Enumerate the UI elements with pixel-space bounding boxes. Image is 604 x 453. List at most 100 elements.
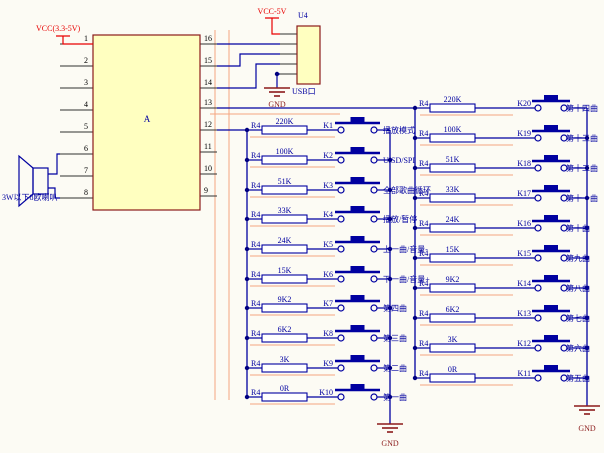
resistor-ref: R4 <box>251 299 260 308</box>
key-designator: K9 <box>323 359 333 368</box>
junction-dot <box>275 72 279 76</box>
resistor[interactable] <box>262 275 307 283</box>
resistor[interactable] <box>430 284 475 292</box>
key-button[interactable] <box>335 355 380 371</box>
key-function-label: 播放模式 <box>383 125 415 135</box>
key-function-label: 第十四曲 <box>566 103 598 113</box>
resistor[interactable] <box>262 245 307 253</box>
resistor[interactable] <box>430 254 475 262</box>
usb-connector-body[interactable] <box>297 26 320 84</box>
schematic-page: 1VCC2RX3TX4DAC_R5DAC_L6SPK17GND8SPK216BU… <box>0 0 604 453</box>
key-button[interactable] <box>532 365 570 381</box>
pin-number: 12 <box>204 120 212 129</box>
pin-number: 14 <box>204 78 212 87</box>
pin-number: 3 <box>84 78 88 87</box>
gnd-right-label: GND <box>578 424 596 433</box>
junction-dot <box>413 316 417 320</box>
key-button[interactable] <box>335 206 380 222</box>
junction-dot <box>245 336 249 340</box>
key-button[interactable] <box>532 185 570 201</box>
key-button[interactable] <box>532 95 570 111</box>
vcc-main-label: VCC(3.3-5V) <box>36 24 81 33</box>
key-function-label: 第三曲 <box>383 333 407 343</box>
resistor[interactable] <box>430 164 475 172</box>
chip-designator: A <box>144 114 151 124</box>
key-button[interactable] <box>335 384 380 400</box>
junction-dot <box>413 346 417 350</box>
gnd-symbol[interactable] <box>264 88 290 96</box>
resistor-ref: R4 <box>251 151 260 160</box>
pin-number: 2 <box>84 56 88 65</box>
pin-number: 1 <box>84 34 88 43</box>
key-designator: K7 <box>323 299 333 308</box>
resistor[interactable] <box>262 215 307 223</box>
resistor-value: 51K <box>278 177 292 186</box>
key-function-label: 第六曲 <box>566 343 590 353</box>
resistor[interactable] <box>430 374 475 382</box>
key-button[interactable] <box>335 117 380 133</box>
junction-dot <box>413 226 417 230</box>
resistor[interactable] <box>430 134 475 142</box>
speaker-note: 3W以下8欧喇叭 <box>2 192 58 202</box>
resistor[interactable] <box>430 104 475 112</box>
key-designator: K10 <box>319 388 333 397</box>
resistor[interactable] <box>430 314 475 322</box>
resistor[interactable] <box>262 393 307 401</box>
resistor[interactable] <box>430 224 475 232</box>
resistor-ref: R4 <box>251 210 260 219</box>
key-designator: K2 <box>323 151 333 160</box>
key-button[interactable] <box>335 325 380 341</box>
resistor[interactable] <box>262 156 307 164</box>
junction-dot <box>245 366 249 370</box>
key-designator: K15 <box>517 249 531 258</box>
key-button[interactable] <box>532 155 570 171</box>
vcc-usb-power-symbol[interactable] <box>265 18 280 34</box>
key-button[interactable] <box>532 305 570 321</box>
pin-number: 9 <box>204 186 208 195</box>
key-designator: K4 <box>323 210 333 219</box>
resistor-ref: R4 <box>251 121 260 130</box>
junction-dot <box>245 277 249 281</box>
key-button[interactable] <box>335 266 380 282</box>
key-function-label: 第十一曲 <box>566 193 598 203</box>
key-designator: K13 <box>517 309 531 318</box>
key-button[interactable] <box>532 125 570 141</box>
resistor-value: 6K2 <box>446 305 460 314</box>
key-function-label: 第二曲 <box>383 363 407 373</box>
resistor-value: 100K <box>276 147 294 156</box>
resistor-ref: R4 <box>419 279 428 288</box>
resistor[interactable] <box>262 304 307 312</box>
junction-dot <box>413 196 417 200</box>
junction-dot <box>245 247 249 251</box>
resistor-ref: R4 <box>251 329 260 338</box>
resistor[interactable] <box>262 126 307 134</box>
resistor[interactable] <box>262 364 307 372</box>
gnd-symbol[interactable] <box>574 406 600 414</box>
key-button[interactable] <box>532 275 570 291</box>
resistor-value: 220K <box>444 95 462 104</box>
pin-number: 6 <box>84 144 88 153</box>
key-button[interactable] <box>532 245 570 261</box>
wire-usbplus <box>217 64 280 88</box>
resistor[interactable] <box>430 344 475 352</box>
key-function-label: 第十三曲 <box>566 133 598 143</box>
key-designator: K6 <box>323 270 333 279</box>
key-button[interactable] <box>335 295 380 311</box>
key-button[interactable] <box>335 177 380 193</box>
resistor-ref: R4 <box>419 309 428 318</box>
key-function-label: 第五曲 <box>566 373 590 383</box>
resistor-ref: R4 <box>251 240 260 249</box>
pin-number: 16 <box>204 34 212 43</box>
junction-dot <box>413 256 417 260</box>
key-designator: K8 <box>323 329 333 338</box>
resistor-value: 24K <box>446 215 460 224</box>
key-button[interactable] <box>532 335 570 351</box>
key-button[interactable] <box>532 215 570 231</box>
resistor[interactable] <box>262 186 307 194</box>
resistor[interactable] <box>430 194 475 202</box>
pin-number: 8 <box>84 188 88 197</box>
key-button[interactable] <box>335 236 380 252</box>
key-button[interactable] <box>335 147 380 163</box>
gnd-symbol[interactable] <box>377 424 403 432</box>
resistor[interactable] <box>262 334 307 342</box>
